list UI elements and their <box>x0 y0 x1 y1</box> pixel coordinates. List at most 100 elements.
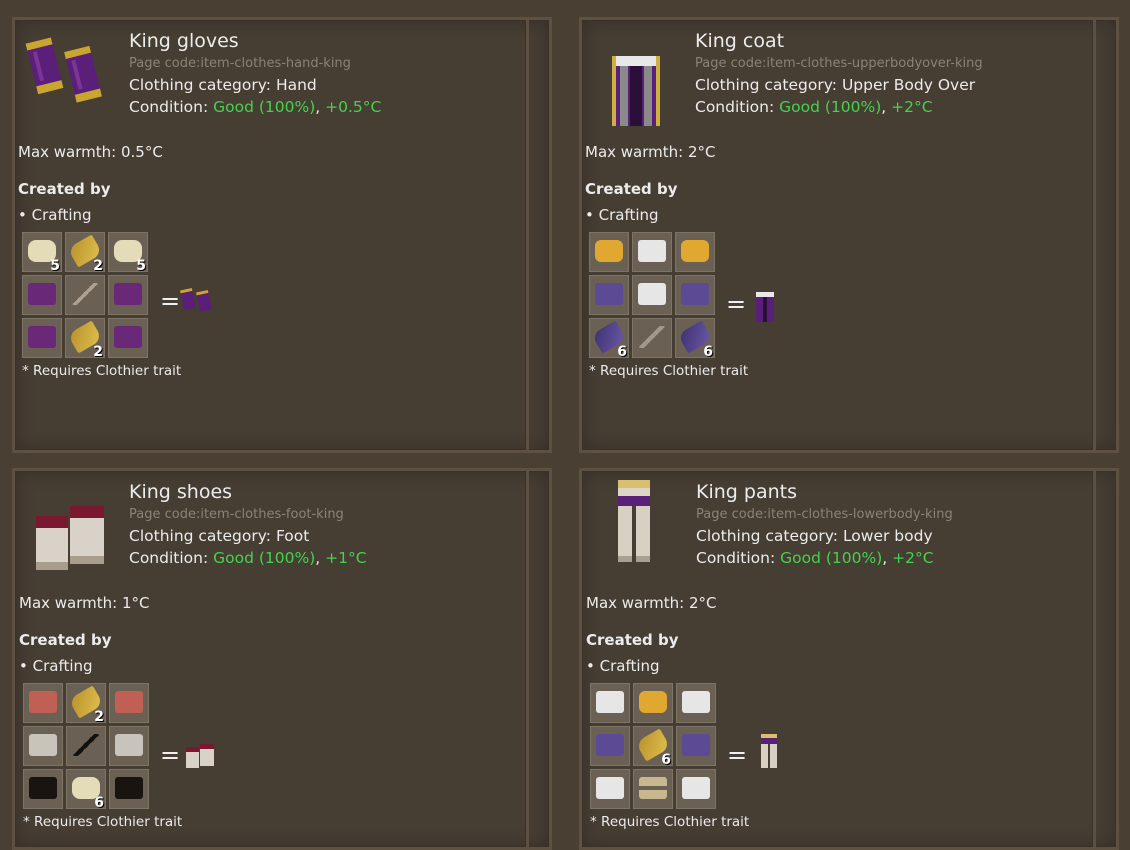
category-label: Clothing category: <box>695 76 842 94</box>
crafting-slot[interactable]: 2 <box>65 318 105 360</box>
crafting-slot[interactable]: 2 <box>66 683 106 725</box>
crafting-slot[interactable] <box>109 769 149 809</box>
condition-label: Condition: <box>129 549 214 567</box>
crafting-slot[interactable] <box>676 683 716 723</box>
king-gloves-icon <box>22 34 106 110</box>
result-king-gloves-icon[interactable] <box>180 286 214 316</box>
crafting-slot[interactable] <box>23 769 63 809</box>
crafting-slot[interactable] <box>676 769 716 809</box>
crafting-grid: 5 2 5 2 <box>22 232 148 360</box>
crafting-slot[interactable]: 6 <box>66 769 106 811</box>
result-king-shoes-icon[interactable] <box>184 742 216 774</box>
gold-thread-icon <box>639 691 667 713</box>
crafting-slot[interactable] <box>108 275 148 315</box>
category-label: Clothing category: <box>696 527 843 545</box>
category-value: Hand <box>275 76 317 94</box>
crafting-slot[interactable] <box>633 683 673 723</box>
condition-label: Condition: <box>129 98 214 116</box>
purple-cloth-icon <box>114 326 142 348</box>
crafting-slot[interactable] <box>632 275 672 315</box>
slot-quantity: 2 <box>93 344 103 360</box>
condition: Condition: Good (100%), +1°C <box>129 549 367 567</box>
crafting-slot[interactable] <box>675 275 715 315</box>
max-warmth: Max warmth: 1°C <box>19 594 150 612</box>
crafting-slot[interactable] <box>23 683 63 723</box>
requirement-note: * Requires Clothier trait <box>22 363 182 379</box>
crafting-slot[interactable] <box>590 683 630 723</box>
violet-cloth-icon <box>595 283 623 305</box>
equals-sign: = <box>726 290 747 318</box>
crafting-slot[interactable] <box>589 232 629 272</box>
crafting-slot[interactable] <box>65 275 105 315</box>
condition-value: Good (100%) <box>780 549 883 567</box>
crafting-slot[interactable] <box>632 232 672 272</box>
condition-value: Good (100%) <box>779 98 882 116</box>
condition-temp: +2°C <box>892 549 934 567</box>
crafting-slot[interactable]: 6 <box>589 318 629 360</box>
crafting-slot[interactable] <box>23 726 63 766</box>
category-label: Clothing category: <box>129 527 276 545</box>
purple-cloth-icon <box>28 283 56 305</box>
gold-thread-icon <box>595 240 623 262</box>
max-warmth: Max warmth: 2°C <box>585 143 716 161</box>
black-leather-icon <box>29 777 57 799</box>
crafting-slot[interactable] <box>22 318 62 358</box>
item-title: King coat <box>695 30 785 52</box>
crafting-slot[interactable]: 6 <box>675 318 715 360</box>
crafting-slot[interactable]: 6 <box>633 726 673 768</box>
crafting-slot[interactable] <box>109 683 149 723</box>
item-title: King gloves <box>129 30 239 52</box>
clothing-category: Clothing category: Lower body <box>696 527 933 545</box>
crafting-slot[interactable] <box>109 726 149 766</box>
page-code: Page code:item-clothes-upperbodyover-kin… <box>695 56 983 71</box>
clothing-category: Clothing category: Hand <box>129 76 317 94</box>
category-value: Lower body <box>842 527 933 545</box>
crafting-grid: 6 <box>590 683 716 809</box>
slot-quantity: 5 <box>136 258 146 274</box>
crafting-slot[interactable] <box>66 726 106 766</box>
condition: Condition: Good (100%), +0.5°C <box>129 98 381 116</box>
purple-cloth-icon <box>114 283 142 305</box>
crafting-slot[interactable] <box>22 275 62 315</box>
crafting-slot[interactable] <box>589 275 629 315</box>
slot-quantity: 5 <box>50 258 60 274</box>
crafting-method[interactable]: • Crafting <box>18 206 92 224</box>
page-code: Page code:item-clothes-hand-king <box>129 56 351 71</box>
white-cloth-icon <box>638 283 666 305</box>
crafting-method[interactable]: • Crafting <box>586 657 660 675</box>
max-warmth: Max warmth: 0.5°C <box>18 143 163 161</box>
condition-value: Good (100%) <box>213 549 316 567</box>
crafting-method[interactable]: • Crafting <box>585 206 659 224</box>
belt-icon <box>639 777 667 799</box>
crafting-slot[interactable] <box>632 318 672 358</box>
equals-sign: = <box>727 741 748 769</box>
created-by-heading: Created by <box>585 180 678 198</box>
condition-separator: , <box>881 98 892 116</box>
crafting-slot[interactable] <box>633 769 673 809</box>
result-king-coat-icon[interactable] <box>752 290 778 328</box>
crafting-slot[interactable] <box>675 232 715 272</box>
violet-cloth-icon <box>682 734 710 756</box>
crafting-method[interactable]: • Crafting <box>19 657 93 675</box>
crafting-slot[interactable] <box>676 726 716 766</box>
king-shoes-icon <box>32 504 112 578</box>
result-king-pants-icon[interactable] <box>758 732 780 774</box>
grey-cloth-icon <box>115 734 143 756</box>
crafting-slot[interactable] <box>590 769 630 809</box>
black-needle-icon <box>72 734 100 756</box>
crafting-grid: 26 <box>23 683 149 811</box>
slot-quantity: 6 <box>94 795 104 811</box>
crafting-slot[interactable]: 5 <box>22 232 62 274</box>
slot-quantity: 6 <box>703 344 713 360</box>
crafting-slot[interactable]: 2 <box>65 232 105 274</box>
crafting-slot[interactable]: 5 <box>108 232 148 274</box>
white-cloth-icon <box>682 691 710 713</box>
category-value: Foot <box>275 527 310 545</box>
condition-label: Condition: <box>695 98 780 116</box>
condition: Condition: Good (100%), +2°C <box>695 98 933 116</box>
crafting-slot[interactable] <box>590 726 630 766</box>
red-leather-icon <box>115 691 143 713</box>
equals-sign: = <box>160 287 181 315</box>
crafting-slot[interactable] <box>108 318 148 358</box>
black-leather-icon <box>115 777 143 799</box>
